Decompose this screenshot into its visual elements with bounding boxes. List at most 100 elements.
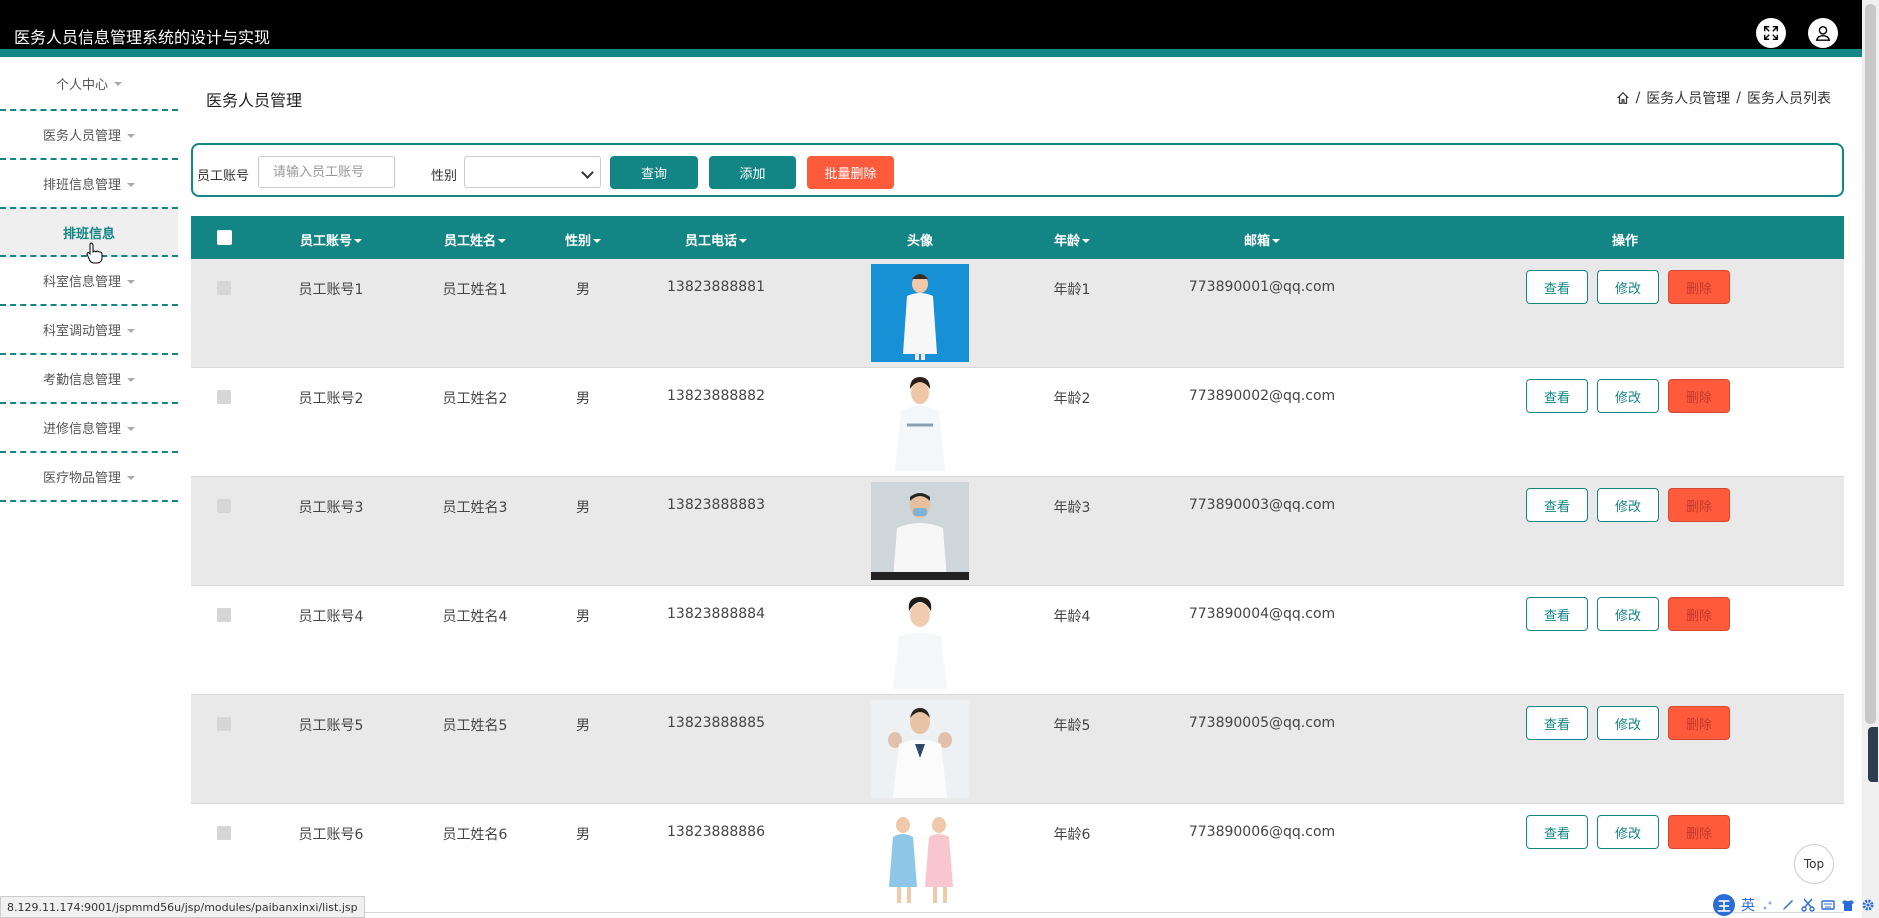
column-header-gender[interactable]: 性别 [565,230,602,249]
cell-phone: 13823888882 [667,388,765,404]
view-button[interactable]: 查看 [1526,379,1588,413]
breadcrumb: / 医务人员管理 / 医务人员列表 [1616,88,1831,108]
view-button[interactable]: 查看 [1526,706,1588,740]
add-button[interactable]: 添加 [709,156,796,189]
view-button[interactable]: 查看 [1526,597,1588,631]
side-drawer-tab[interactable] [1868,727,1878,782]
sidebar-item-transfer-management[interactable]: 科室调动管理 [0,306,178,355]
edit-button[interactable]: 修改 [1597,379,1659,413]
top-header: 医务人员信息管理系统的设计与实现 [0,0,1862,57]
gear-icon[interactable] [1861,898,1875,912]
row-checkbox[interactable] [217,390,231,404]
header-accent-bar [0,49,1862,57]
ime-language[interactable]: 英 [1741,895,1755,915]
gender-label: 性别 [431,169,458,184]
sidebar-item-label: 进修信息管理 [42,422,121,437]
sidebar-item-personal-center[interactable]: 个人中心 [0,57,178,111]
edit-button[interactable]: 修改 [1597,706,1659,740]
column-header-name[interactable]: 员工姓名 [444,230,507,249]
chevron-down-icon [114,82,122,86]
sidebar-item-label: 医疗物品管理 [42,471,121,486]
avatar-image [871,373,969,471]
chevron-down-icon [127,475,135,480]
sidebar-item-schedule-management[interactable]: 排班信息管理 [0,160,178,207]
user-icon[interactable] [1808,18,1838,48]
chevron-down-icon [127,279,135,284]
cell-age: 年龄5 [1053,718,1091,734]
sidebar-item-department-management[interactable]: 科室信息管理 [0,257,178,306]
delete-button[interactable]: 删除 [1668,597,1730,631]
hand-cursor-icon [86,242,103,264]
batch-delete-button[interactable]: 批量删除 [807,156,894,189]
delete-button[interactable]: 删除 [1668,488,1730,522]
cell-gender: 男 [576,718,590,734]
sort-icon [354,238,363,243]
cell-name: 员工姓名3 [442,500,508,516]
back-to-top-button[interactable]: Top [1794,844,1834,884]
scrollbar-thumb[interactable] [1865,4,1876,724]
cell-name: 员工姓名1 [442,282,508,298]
home-icon[interactable] [1616,91,1630,105]
sidebar-item-medical-supplies-management[interactable]: 医疗物品管理 [0,453,178,502]
row-checkbox[interactable] [217,717,231,731]
account-label: 员工账号 [197,169,250,184]
column-header-actions: 操作 [1611,234,1639,249]
breadcrumb-staff-management[interactable]: 医务人员管理 [1646,88,1730,108]
edit-button[interactable]: 修改 [1597,488,1659,522]
view-button[interactable]: 查看 [1526,270,1588,304]
gender-select[interactable] [464,156,601,188]
delete-button[interactable]: 删除 [1668,270,1730,304]
row-checkbox[interactable] [217,826,231,840]
column-header-age[interactable]: 年龄 [1054,230,1091,249]
query-button[interactable]: 查询 [610,156,698,189]
view-button[interactable]: 查看 [1526,488,1588,522]
cell-email: 773890002@qq.com [1188,388,1336,404]
sidebar-item-attendance-management[interactable]: 考勤信息管理 [0,355,178,404]
breadcrumb-staff-list: 医务人员列表 [1747,91,1831,107]
cell-age: 年龄3 [1053,500,1091,516]
keyboard-icon[interactable] [1821,898,1835,912]
fullscreen-icon[interactable] [1756,18,1786,48]
scissors-icon[interactable] [1801,898,1815,912]
delete-button[interactable]: 删除 [1668,379,1730,413]
search-form: 员工账号 性别 查询 添加 批量删除 [191,143,1844,197]
pen-icon[interactable] [1781,898,1795,912]
delete-button[interactable]: 删除 [1668,815,1730,849]
cell-gender: 男 [576,391,590,407]
row-checkbox[interactable] [217,499,231,513]
table-row: 员工账号4 员工姓名4 男 13823888884 年龄4 773890004@… [191,586,1844,695]
row-checkbox[interactable] [217,608,231,622]
cell-gender: 男 [576,282,590,298]
column-header-email[interactable]: 邮箱 [1244,230,1281,249]
sidebar-item-staff-management[interactable]: 医务人员管理 [0,111,178,160]
cell-account: 员工账号3 [298,500,364,516]
column-header-account[interactable]: 员工账号 [300,230,363,249]
chevron-down-icon [581,166,594,179]
cell-account: 员工账号4 [298,609,364,625]
ime-toolbar: 王 英 [1713,894,1875,916]
sidebar: 个人中心 医务人员管理 排班信息管理 排班信息 科室信息管理 科室调动管理 考勤… [0,57,178,502]
punctuation-icon[interactable] [1761,898,1775,912]
cell-email: 773890001@qq.com [1188,279,1336,295]
cell-account: 员工账号2 [298,391,364,407]
select-all-checkbox[interactable] [217,230,232,245]
column-header-phone[interactable]: 员工电话 [685,230,748,249]
edit-button[interactable]: 修改 [1597,270,1659,304]
ime-badge[interactable]: 王 [1713,894,1735,916]
staff-table: 员工账号 员工姓名 性别 员工电话 头像 年龄 邮箱 操作 员工账号1 员工姓名… [191,216,1844,913]
account-search-input[interactable] [258,156,395,188]
delete-button[interactable]: 删除 [1668,706,1730,740]
breadcrumb-separator: / [1635,90,1641,106]
skin-icon[interactable] [1841,898,1855,912]
chevron-down-icon [127,182,135,187]
sidebar-item-training-management[interactable]: 进修信息管理 [0,404,178,453]
row-checkbox[interactable] [217,281,231,295]
cell-phone: 13823888886 [667,824,765,840]
sort-icon [739,238,748,243]
edit-button[interactable]: 修改 [1597,815,1659,849]
avatar-image [871,700,969,798]
sidebar-item-label: 个人中心 [55,77,108,93]
browser-status-url: 8.129.11.174:9001/jspmmd56u/jsp/modules/… [0,896,365,918]
view-button[interactable]: 查看 [1526,815,1588,849]
edit-button[interactable]: 修改 [1597,597,1659,631]
